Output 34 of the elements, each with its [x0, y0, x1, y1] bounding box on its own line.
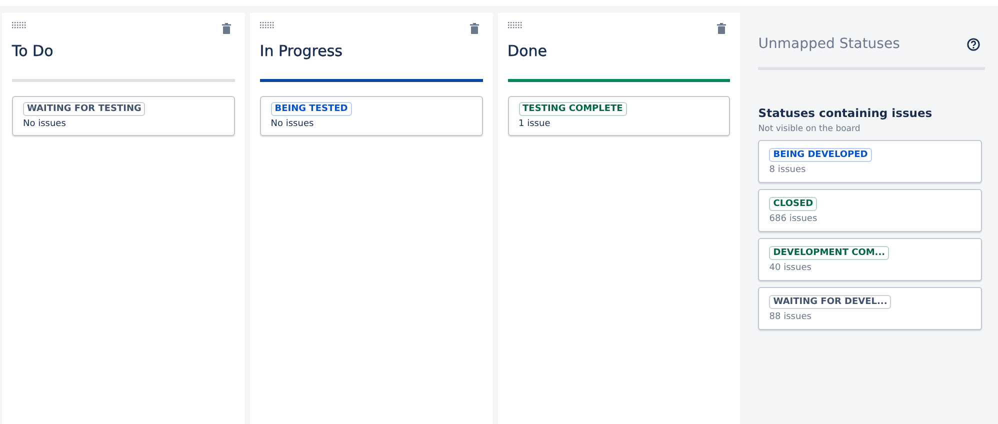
- column-title: To Do: [12, 42, 54, 62]
- status-lozenge: WAITING FOR TESTING: [23, 102, 146, 116]
- drag-handle-icon[interactable]: [260, 22, 275, 29]
- issue-count: No issues: [23, 119, 66, 129]
- issue-count: 686 issues: [769, 214, 818, 224]
- status-card[interactable]: CLOSED 686 issues: [758, 189, 982, 232]
- status-lozenge: BEING TESTED: [270, 102, 352, 116]
- section-title: Statuses containing issues: [758, 106, 934, 120]
- column-title: In Progress: [260, 42, 344, 62]
- panel-title: Unmapped Statuses: [758, 36, 900, 52]
- column-title: Done: [508, 42, 548, 62]
- trash-icon[interactable]: [470, 23, 479, 34]
- issue-count: 8 issues: [769, 165, 806, 175]
- drag-handle-icon[interactable]: [12, 22, 27, 29]
- status-card[interactable]: TESTING COMPLETE 1 issue: [508, 96, 730, 136]
- issue-count: 88 issues: [769, 312, 812, 322]
- status-card[interactable]: BEING DEVELOPED 8 issues: [758, 140, 982, 183]
- status-card[interactable]: WAITING FOR TESTING No issues: [12, 96, 235, 136]
- issue-count: No issues: [270, 119, 314, 129]
- status-lozenge: TESTING COMPLETE: [518, 102, 627, 116]
- issue-count: 40 issues: [769, 263, 812, 273]
- section-subtitle: Not visible on the board: [758, 124, 862, 134]
- issue-count: 1 issue: [518, 119, 550, 129]
- status-card[interactable]: BEING TESTED No issues: [260, 96, 483, 136]
- drag-handle-icon[interactable]: [508, 22, 523, 29]
- trash-icon[interactable]: [222, 23, 231, 34]
- status-card[interactable]: WAITING FOR DEVEL... 88 issues: [758, 287, 982, 330]
- status-lozenge: BEING DEVELOPED: [769, 148, 872, 162]
- status-lozenge: DEVELOPMENT COM...: [769, 246, 890, 260]
- status-card[interactable]: DEVELOPMENT COM... 40 issues: [758, 238, 982, 281]
- trash-icon[interactable]: [717, 23, 726, 34]
- status-lozenge: WAITING FOR DEVEL...: [769, 295, 892, 309]
- status-lozenge: CLOSED: [769, 197, 818, 211]
- help-icon[interactable]: [967, 38, 980, 50]
